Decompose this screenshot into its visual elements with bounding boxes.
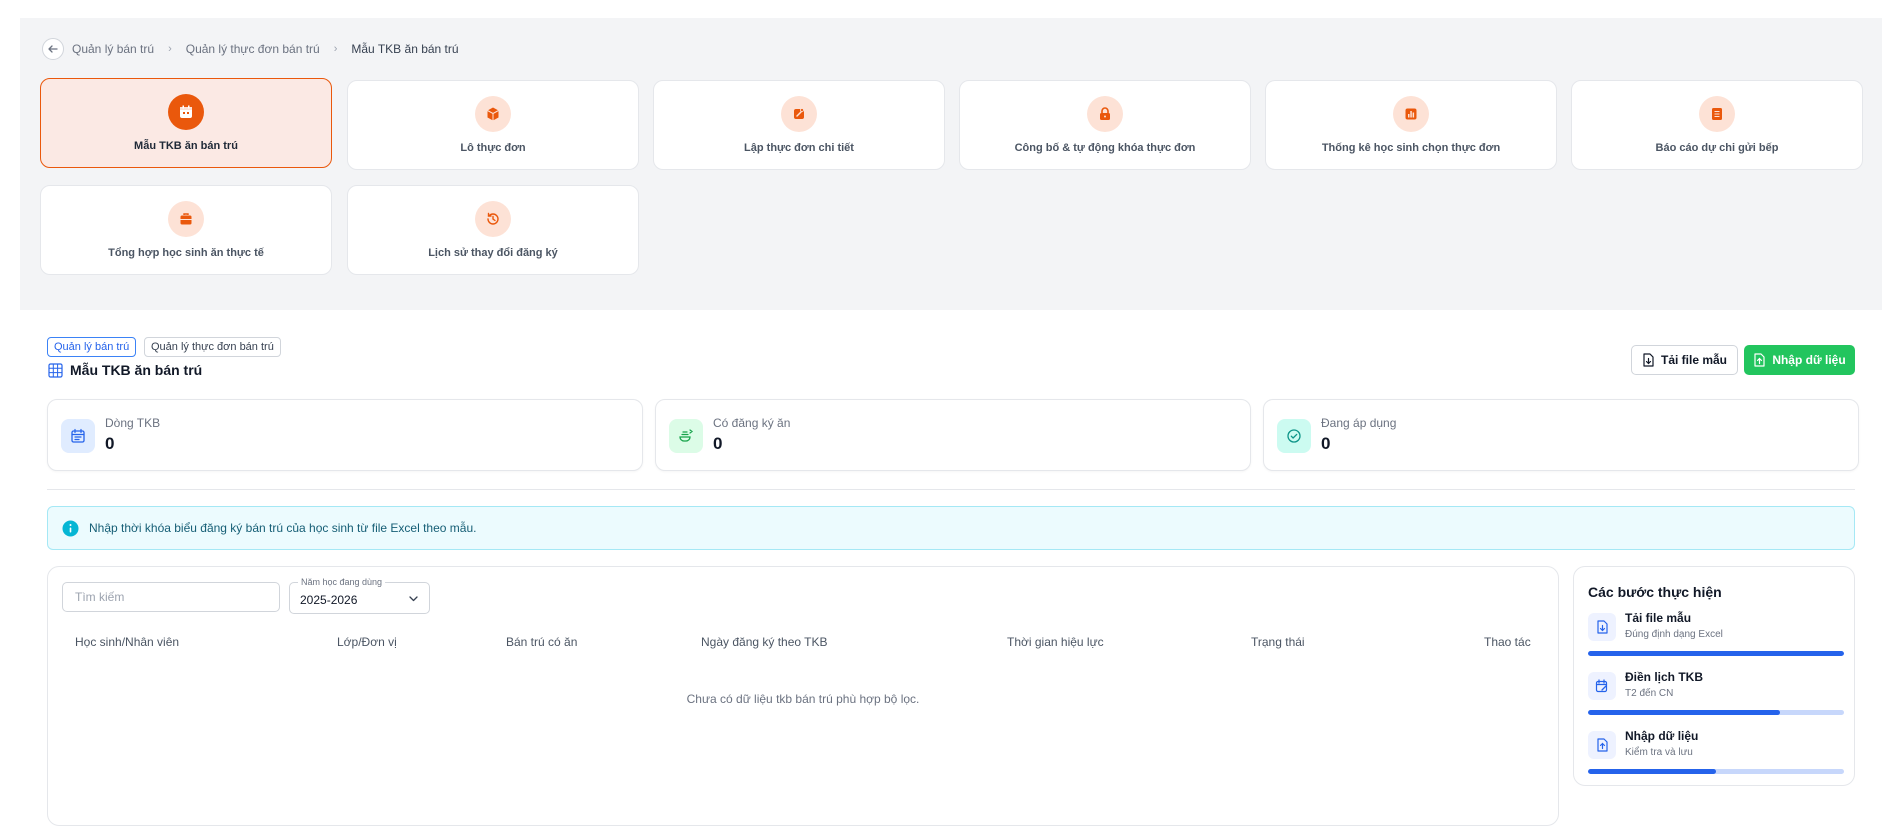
- file-download-icon: [1643, 353, 1654, 367]
- file-upload-icon: [1754, 353, 1765, 367]
- step-progress-bar: [1588, 710, 1844, 715]
- module-card-label: Lịch sử thay đổi đăng ký: [428, 247, 558, 259]
- module-card-label: Lập thực đơn chi tiết: [744, 142, 854, 154]
- steps-card: Các bước thực hiện Tải file mẫu Đúng địn…: [1573, 566, 1855, 786]
- step-name: Điền lịch TKB: [1625, 670, 1704, 684]
- chevron-down-icon: [409, 596, 418, 602]
- school-year-select[interactable]: Năm học đang dùng 2025-2026: [289, 577, 430, 614]
- module-card-tong-hop[interactable]: Tổng hợp học sinh ăn thực tế: [40, 185, 332, 275]
- check-circle-icon: [1277, 419, 1311, 453]
- tkb-table-card: Năm học đang dùng 2025-2026 Học sinh/Nhâ…: [47, 566, 1559, 826]
- download-template-label: Tải file mẫu: [1660, 353, 1728, 367]
- step-progress-bar: [1588, 769, 1844, 774]
- tag-quan-ly-thuc-don[interactable]: Quản lý thực đơn bán trú: [144, 337, 281, 357]
- info-message: Nhập thời khóa biểu đăng ký bán trú của …: [89, 521, 477, 535]
- stat-card-dang-ap-dung: Đang áp dụng 0: [1263, 399, 1859, 471]
- info-alert: Nhập thời khóa biểu đăng ký bán trú của …: [47, 506, 1855, 550]
- calendar-icon: [168, 94, 204, 130]
- section-divider: [47, 489, 1855, 490]
- step-name: Tải file mẫu: [1625, 611, 1692, 625]
- module-panel: Quản lý bán trú › Quản lý thực đơn bán t…: [20, 18, 1882, 310]
- calendar-icon: [61, 419, 95, 453]
- breadcrumb-item-quan-ly-thuc-don[interactable]: Quản lý thực đơn bán trú: [186, 42, 320, 56]
- stat-label: Có đăng ký ăn: [713, 416, 791, 430]
- module-card-lap-thuc-don[interactable]: Lập thực đơn chi tiết: [653, 80, 945, 170]
- lock-icon: [1087, 96, 1123, 132]
- step-item: Điền lịch TKB T2 đến CN: [1588, 670, 1844, 726]
- stat-value: 0: [713, 434, 723, 453]
- step-desc: T2 đến CN: [1625, 688, 1674, 699]
- page-title: Mẫu TKB ăn bán trú: [48, 362, 202, 378]
- table-empty-message: Chưa có dữ liệu tkb bán trú phù hợp bộ l…: [686, 692, 920, 706]
- module-card-thong-ke[interactable]: Thống kê học sinh chọn thực đơn: [1265, 80, 1557, 170]
- import-data-button[interactable]: Nhập dữ liệu: [1744, 345, 1855, 375]
- note-edit-icon: [781, 96, 817, 132]
- stat-card-dong-tkb: Dòng TKB 0: [47, 399, 643, 471]
- school-year-value: 2025-2026: [300, 593, 358, 607]
- report-list-icon: [1699, 96, 1735, 132]
- meal-icon: [669, 419, 703, 453]
- module-card-lich-su[interactable]: Lịch sử thay đổi đăng ký: [347, 185, 639, 275]
- module-card-label: Thống kê học sinh chọn thực đơn: [1321, 142, 1501, 154]
- column-header-ngay-dang-ky[interactable]: Ngày đăng ký theo TKB: [701, 635, 828, 649]
- module-card-label: Công bố & tự động khóa thực đơn: [1014, 142, 1196, 154]
- calendar-edit-icon: [1588, 672, 1616, 700]
- back-button[interactable]: [42, 38, 64, 60]
- page-title-text: Mẫu TKB ăn bán trú: [70, 362, 203, 378]
- stat-value: 0: [105, 434, 115, 453]
- module-card-label: Tổng hợp học sinh ăn thực tế: [108, 247, 264, 259]
- step-desc: Đúng định dạng Excel: [1625, 629, 1723, 640]
- step-name: Nhập dữ liệu: [1625, 729, 1699, 743]
- briefcase-icon: [168, 201, 204, 237]
- step-progress-fill: [1588, 769, 1716, 774]
- breadcrumb-item-current: Mẫu TKB ăn bán trú: [351, 42, 459, 56]
- module-card-label: Mẫu TKB ăn bán trú: [134, 140, 238, 152]
- column-header-ban-tru-co-an[interactable]: Bán trú có ăn: [506, 635, 577, 649]
- stat-value: 0: [1321, 434, 1331, 453]
- import-data-label: Nhập dữ liệu: [1772, 353, 1846, 367]
- info-icon: [62, 520, 79, 536]
- column-header-thoi-gian-hieu-luc[interactable]: Thời gian hiệu lực: [1007, 635, 1104, 649]
- history-icon: [475, 201, 511, 237]
- breadcrumb-item-quan-ly-ban-tru[interactable]: Quản lý bán trú: [72, 42, 154, 56]
- module-card-label: Lô thực đơn: [460, 142, 526, 154]
- stat-label: Đang áp dụng: [1321, 416, 1397, 430]
- tag-quan-ly-ban-tru[interactable]: Quản lý bán trú: [47, 337, 137, 357]
- search-input[interactable]: [62, 582, 280, 612]
- step-progress-fill: [1588, 710, 1780, 715]
- school-year-label: Năm học đang dùng: [298, 577, 386, 587]
- column-header-thao-tac: Thao tác: [1484, 635, 1531, 649]
- bar-chart-icon: [1393, 96, 1429, 132]
- column-header-hoc-sinh[interactable]: Học sinh/Nhân viên: [75, 635, 179, 649]
- module-card-mau-tkb[interactable]: Mẫu TKB ăn bán trú: [40, 78, 332, 168]
- breadcrumb: Quản lý bán trú › Quản lý thực đơn bán t…: [42, 38, 459, 60]
- file-download-icon: [1588, 613, 1616, 641]
- chevron-right-icon: ›: [168, 43, 172, 55]
- chevron-right-icon: ›: [333, 43, 338, 55]
- box-icon: [475, 96, 511, 132]
- column-header-trang-thai[interactable]: Trạng thái: [1251, 635, 1305, 649]
- arrow-left-icon: [48, 45, 58, 53]
- file-upload-icon: [1588, 731, 1616, 759]
- column-header-lop[interactable]: Lớp/Đơn vị: [337, 635, 397, 649]
- module-card-bao-cao[interactable]: Báo cáo dự chi gửi bếp: [1571, 80, 1863, 170]
- step-item: Nhập dữ liệu Kiểm tra và lưu: [1588, 729, 1844, 785]
- module-card-lo-thuc-don[interactable]: Lô thực đơn: [347, 80, 639, 170]
- module-card-cong-bo[interactable]: Công bố & tự động khóa thực đơn: [959, 80, 1251, 170]
- step-desc: Kiểm tra và lưu: [1625, 747, 1693, 758]
- stat-card-co-dang-ky-an: Có đăng ký ăn 0: [655, 399, 1251, 471]
- table-grid-icon: [48, 362, 63, 378]
- step-item: Tải file mẫu Đúng định dạng Excel: [1588, 611, 1844, 667]
- steps-title: Các bước thực hiện: [1588, 584, 1722, 600]
- step-progress-bar: [1588, 651, 1844, 656]
- module-card-label: Báo cáo dự chi gửi bếp: [1655, 142, 1779, 154]
- stat-label: Dòng TKB: [105, 416, 161, 430]
- download-template-button[interactable]: Tải file mẫu: [1631, 345, 1738, 375]
- step-progress-fill: [1588, 651, 1844, 656]
